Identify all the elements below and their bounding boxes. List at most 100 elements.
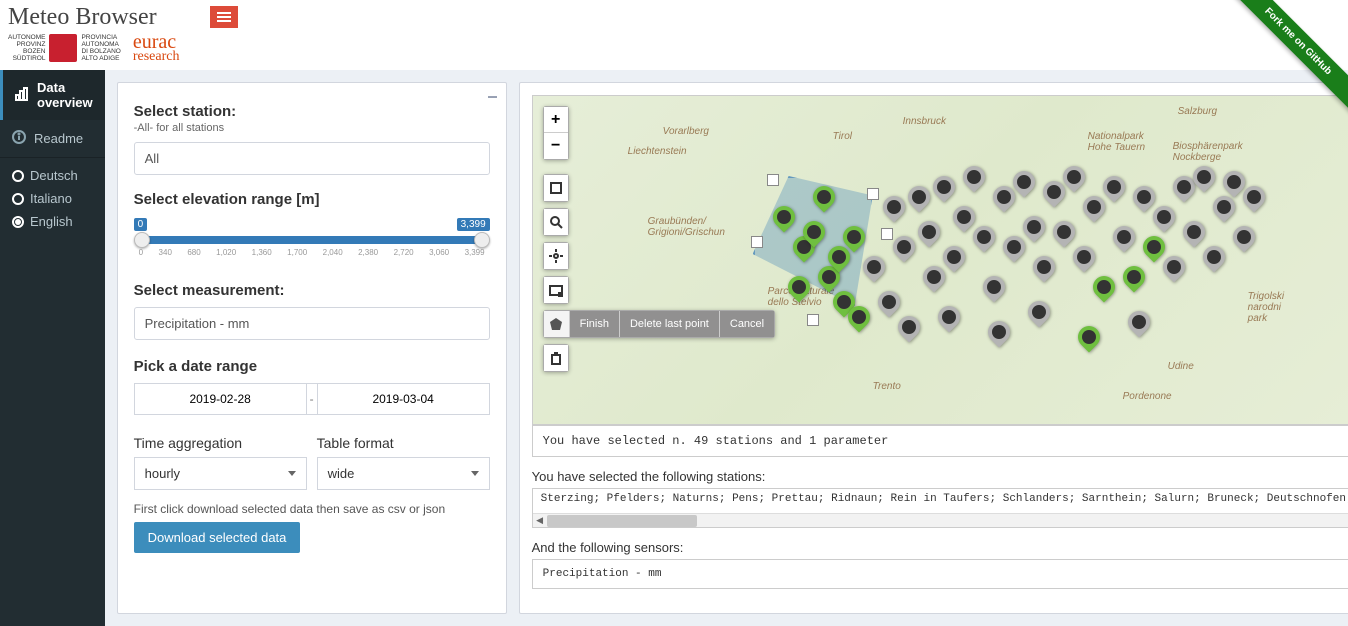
map-marker[interactable]: [1178, 216, 1209, 247]
map-marker[interactable]: [1073, 321, 1104, 352]
station-hint: -All- for all stations: [134, 122, 490, 134]
map-marker[interactable]: [1078, 191, 1109, 222]
map-marker[interactable]: [1123, 306, 1154, 337]
aggregation-select[interactable]: hourly: [134, 457, 307, 490]
map-marker[interactable]: [1118, 261, 1149, 292]
map[interactable]: VorarlbergLiechtensteinInnsbruckTirolSal…: [532, 95, 1348, 425]
collapse-icon[interactable]: −: [487, 87, 498, 108]
sensors-label: And the following sensors:: [532, 540, 1348, 555]
measurement-label: Select measurement:: [134, 282, 490, 299]
github-ribbon[interactable]: Fork me on GitHub: [1228, 0, 1348, 120]
map-marker[interactable]: [948, 201, 979, 232]
map-marker[interactable]: [1048, 216, 1079, 247]
measurement-select[interactable]: Precipitation - mm: [134, 307, 490, 340]
map-marker[interactable]: [873, 286, 904, 317]
sensors-box: Precipitation - mm: [532, 559, 1348, 589]
map-marker[interactable]: [913, 216, 944, 247]
scroll-thumb[interactable]: [547, 515, 697, 527]
scroll-left-button[interactable]: ◀: [533, 514, 547, 528]
language-group: DeutschItalianoEnglish: [0, 158, 105, 233]
stations-label: You have selected the following stations…: [532, 469, 1348, 484]
map-marker[interactable]: [1148, 201, 1179, 232]
map-marker[interactable]: [928, 171, 959, 202]
fullscreen-control: [543, 174, 569, 202]
radio-icon: [12, 193, 24, 205]
map-marker[interactable]: [1228, 221, 1259, 252]
lang-english[interactable]: English: [12, 210, 105, 233]
date-label: Pick a date range: [134, 358, 490, 375]
map-panel: − VorarlbergLiechtensteinInnsbruckTirolS…: [519, 82, 1348, 614]
map-marker[interactable]: [888, 231, 919, 262]
info-icon: [12, 130, 26, 147]
draw-polygon-button[interactable]: [544, 311, 570, 337]
draw-cancel-button[interactable]: Cancel: [720, 311, 774, 337]
map-marker[interactable]: [768, 201, 799, 232]
app-title: Meteo Browser: [8, 4, 1340, 31]
map-marker[interactable]: [1108, 221, 1139, 252]
map-marker[interactable]: [858, 251, 889, 282]
station-label: Select station:: [134, 103, 490, 120]
eagle-icon: [49, 34, 77, 62]
map-marker[interactable]: [1128, 181, 1159, 212]
sidebar-item-data-overview[interactable]: Data overview: [0, 70, 105, 120]
elevation-label: Select elevation range [m]: [134, 191, 490, 208]
radio-icon: [12, 170, 24, 182]
format-select[interactable]: wide: [317, 457, 490, 490]
date-to-input[interactable]: [317, 383, 490, 415]
map-search-button[interactable]: [544, 209, 568, 235]
map-marker[interactable]: [783, 271, 814, 302]
zoom-control: + −: [543, 106, 569, 160]
map-marker[interactable]: [1198, 241, 1229, 272]
screenshot-button[interactable]: [544, 277, 568, 303]
locate-button[interactable]: [544, 243, 568, 269]
map-marker[interactable]: [893, 311, 924, 342]
sidebar-toggle-button[interactable]: [210, 6, 238, 28]
map-marker[interactable]: [958, 161, 989, 192]
stations-box: Sterzing; Pfelders; Naturns; Pens; Prett…: [532, 488, 1348, 528]
map-marker[interactable]: [1158, 251, 1189, 282]
zoom-out-button[interactable]: −: [544, 133, 568, 159]
lang-deutsch[interactable]: Deutsch: [12, 164, 105, 187]
zoom-in-button[interactable]: +: [544, 107, 568, 133]
download-note: First click download selected data then …: [134, 502, 490, 516]
map-marker[interactable]: [808, 181, 839, 212]
draw-finish-button[interactable]: Finish: [570, 311, 620, 337]
sidebar: Data overviewReadme DeutschItalianoEngli…: [0, 70, 105, 626]
fullscreen-button[interactable]: [544, 175, 568, 201]
lang-italiano[interactable]: Italiano: [12, 187, 105, 210]
elevation-slider[interactable]: 0 3,399 03406801,0201,3601,7002,0402,380…: [134, 222, 490, 268]
draw-delete-button[interactable]: [544, 345, 568, 371]
map-marker[interactable]: [1018, 211, 1049, 242]
map-marker[interactable]: [998, 231, 1029, 262]
map-marker[interactable]: [903, 181, 934, 212]
map-marker[interactable]: [1028, 251, 1059, 282]
map-marker[interactable]: [938, 241, 969, 272]
map-marker[interactable]: [1098, 171, 1129, 202]
slider-handle-high[interactable]: [474, 232, 490, 248]
chevron-down-icon: [471, 471, 479, 476]
chart-icon: [15, 87, 29, 104]
selection-summary: You have selected n. 49 stations and 1 p…: [532, 425, 1348, 457]
map-marker[interactable]: [968, 221, 999, 252]
sidebar-item-readme[interactable]: Readme: [0, 120, 105, 157]
download-button[interactable]: Download selected data: [134, 522, 301, 553]
map-marker[interactable]: [878, 191, 909, 222]
draw-delete-last-button[interactable]: Delete last point: [620, 311, 720, 337]
radio-icon: [12, 216, 24, 228]
map-marker[interactable]: [933, 301, 964, 332]
header: Meteo Browser AUTONOME PROVINZ BOZEN SÜD…: [0, 0, 1348, 70]
map-marker[interactable]: [918, 261, 949, 292]
map-marker[interactable]: [1138, 231, 1169, 262]
map-marker[interactable]: [1068, 241, 1099, 272]
draw-toolbar: Finish Delete last point Cancel: [543, 310, 775, 338]
date-from-input[interactable]: [134, 383, 307, 415]
slider-handle-low[interactable]: [134, 232, 150, 248]
map-marker[interactable]: [978, 271, 1009, 302]
station-select[interactable]: All: [134, 142, 490, 175]
map-marker[interactable]: [1088, 271, 1119, 302]
logo-eurac: euracresearch: [133, 33, 180, 64]
horizontal-scrollbar[interactable]: ◀ ▶: [533, 513, 1348, 527]
map-marker[interactable]: [1023, 296, 1054, 327]
aggregation-label: Time aggregation: [134, 435, 307, 451]
map-marker[interactable]: [983, 316, 1014, 347]
